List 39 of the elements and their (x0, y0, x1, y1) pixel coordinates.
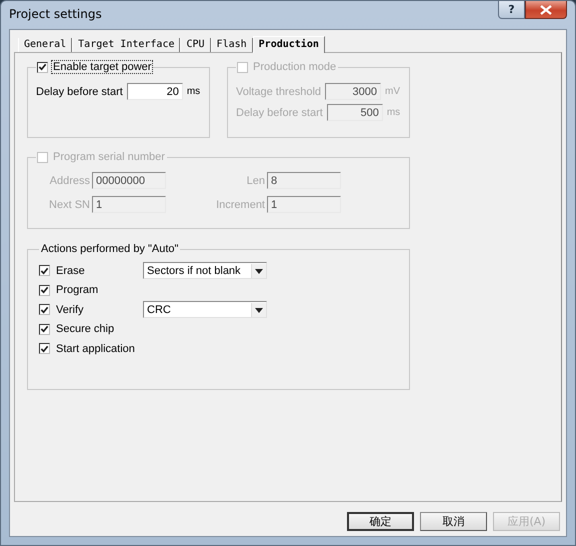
field-label: Increment (216, 198, 265, 210)
tab[interactable]: Production (252, 36, 325, 53)
checkbox-label: Erase (56, 264, 85, 277)
checkbox[interactable] (37, 62, 48, 72)
tab[interactable]: Flash (210, 38, 253, 52)
group-title: Actions performed by "Auto" (40, 243, 180, 255)
checkbox-label: Program (56, 284, 98, 296)
dropdown[interactable]: CRC (143, 301, 267, 318)
field-label: Len (246, 174, 265, 186)
field-label: Next SN (49, 198, 90, 210)
checkbox-label: Verify (56, 304, 84, 316)
dialog-button[interactable]: 确定 (347, 512, 414, 531)
checkbox-label: Start application (56, 342, 135, 355)
tab[interactable]: CPU (180, 38, 211, 52)
unit-label: ms (186, 86, 200, 97)
checkbox[interactable] (39, 284, 50, 296)
checkbox[interactable] (39, 324, 50, 335)
input-field[interactable]: 20 (126, 83, 183, 100)
help-button[interactable]: ? (498, 1, 525, 19)
close-button[interactable] (525, 1, 567, 19)
unit-label: mV (385, 86, 400, 97)
checkbox-label: Enable target power (52, 61, 152, 73)
field-label: Delay before start (236, 106, 323, 118)
window-title: Project settings (9, 7, 102, 21)
checkbox-label: Program serial number (52, 151, 166, 163)
field-label: Voltage threshold (236, 86, 322, 98)
checkbox[interactable] (39, 265, 50, 276)
dialog-button[interactable]: 取消 (420, 512, 487, 531)
tab[interactable]: Target Interface (72, 38, 180, 52)
checkbox-label: Secure chip (56, 323, 114, 336)
tab[interactable]: General (18, 38, 72, 52)
checkbox-label: Production mode (252, 61, 338, 73)
checkbox[interactable] (39, 343, 50, 354)
dropdown[interactable]: Sectors if not blank (143, 262, 267, 280)
field-label: Address (50, 174, 90, 186)
unit-label: ms (386, 107, 400, 118)
checkbox[interactable] (39, 304, 50, 316)
close-icon (540, 4, 552, 14)
field-label: Delay before start (36, 86, 123, 98)
